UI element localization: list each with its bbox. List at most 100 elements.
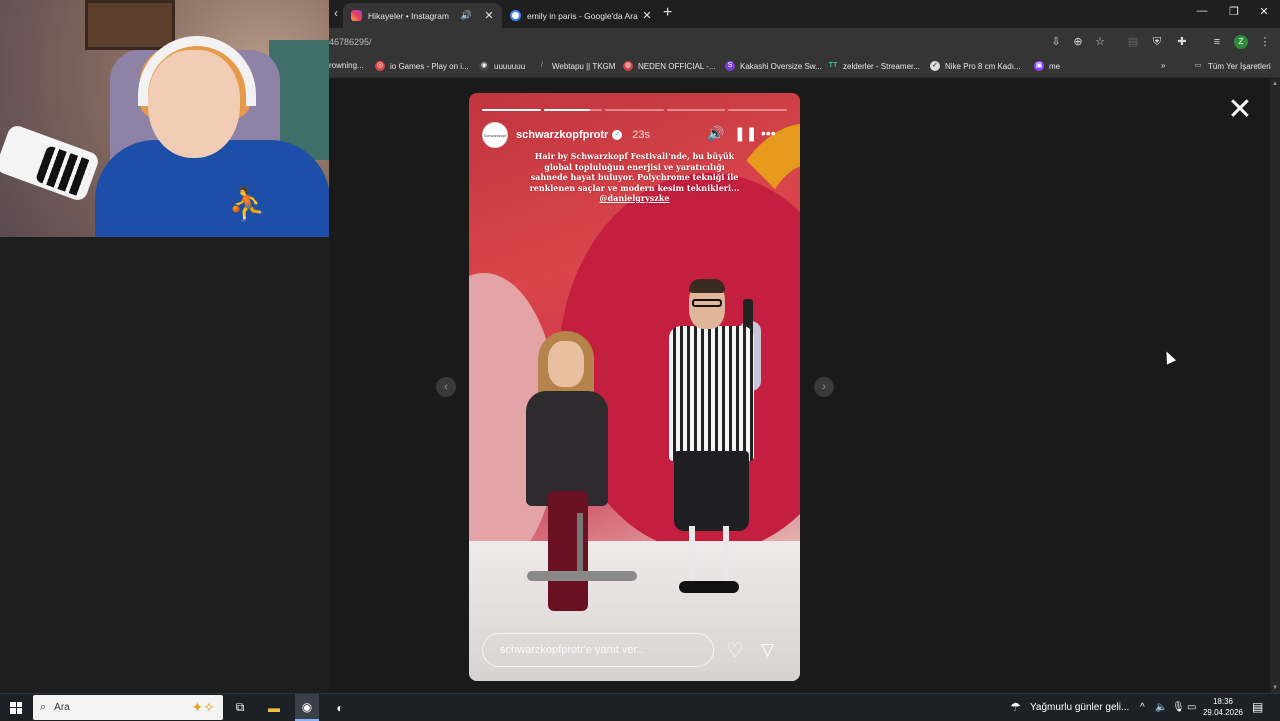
story-header: Schwarzkopf schwarzkopfprotr ✓ 23s 🔊 ❚❚ …: [482, 121, 787, 149]
folder-icon: ▭: [1194, 62, 1202, 69]
task-view-icon[interactable]: ⧉: [229, 694, 251, 721]
kakashi-shop-icon: S: [725, 61, 735, 71]
url-text[interactable]: 46786295/: [329, 37, 372, 47]
webcam-person-body: [95, 140, 329, 237]
webcam-shelf: [85, 0, 175, 50]
all-bookmarks-folder[interactable]: ▭ Tüm Yer İşaretleri: [1193, 61, 1271, 71]
bookmark-item[interactable]: ◍ NEDEN OFFICIAL -...: [623, 61, 716, 71]
bookmarks-overflow-icon[interactable]: »: [1161, 61, 1165, 70]
progress-segment: [605, 109, 664, 111]
bookmark-item[interactable]: ▣ me: [1034, 61, 1060, 71]
bookmarks-bar: rowning... ◎ io Games - Play on i... ◉ uuu…: [329, 56, 1280, 78]
address-bar: 46786295/ ⇩ ⊕ ☆ ▤ ⛨ ✚ ≡ Z ⋮: [329, 28, 1280, 56]
caption-line: renklenen saçlar ve modern kesim teknikl…: [529, 182, 740, 193]
clock-date: 29.04.2026: [1202, 708, 1244, 717]
page-scrollbar[interactable]: ▲ ▼: [1270, 79, 1280, 693]
weather-text[interactable]: Yağmurlu günler geli...: [1030, 702, 1129, 713]
progress-segment: [482, 109, 541, 111]
taskbar-search[interactable]: ⌕ Ara ✦✧: [33, 695, 223, 720]
speaker-icon[interactable]: 🔊: [461, 10, 472, 21]
window-close-button[interactable]: ✕: [1249, 5, 1279, 18]
microphone-tray-icon[interactable]: 🎙: [1172, 702, 1185, 713]
new-tab-button[interactable]: +: [663, 5, 672, 21]
story-reply-input[interactable]: schwarzkopfprotr'e yanıt ver...: [482, 633, 714, 667]
tray-overflow-icon[interactable]: ^: [1140, 702, 1145, 713]
webcam-overlay: ⛹: [0, 0, 329, 237]
bookmark-label: me: [1049, 61, 1061, 71]
streamer-icon: TT: [828, 62, 838, 69]
bookmark-label: rowning...: [329, 61, 364, 70]
tab-close-icon[interactable]: ✕: [482, 9, 496, 22]
verified-badge-icon: ✓: [612, 130, 623, 140]
story-username[interactable]: schwarzkopfprotr: [516, 129, 608, 141]
media-control-icon[interactable]: ≡: [1210, 35, 1224, 49]
bookmark-item[interactable]: ✓ Nike Pro 8 cm Kadı...: [930, 61, 1021, 71]
tab-title: emily in paris - Google'da Ara: [527, 10, 638, 21]
stylist-striped-shirt: [669, 326, 754, 461]
weather-icon[interactable]: ☂: [1010, 700, 1021, 714]
volume-icon[interactable]: 🔊: [707, 125, 724, 142]
clock-time: 18:36: [1212, 697, 1234, 706]
tab-close-icon[interactable]: ✕: [640, 9, 654, 22]
bookmark-item[interactable]: ◎ io Games - Play on i...: [375, 61, 469, 71]
notifications-icon[interactable]: ▤: [1252, 700, 1263, 714]
nike-icon: ✓: [930, 61, 940, 71]
bookmark-item[interactable]: TT zelderler - Streamer...: [828, 61, 920, 71]
file-explorer-icon[interactable]: ▬: [262, 694, 286, 721]
send-icon[interactable]: ▽: [761, 640, 774, 660]
more-options-icon[interactable]: •••: [761, 125, 776, 141]
caption-mention-link[interactable]: @danielgryszke: [481, 193, 788, 204]
next-story-icon[interactable]: ›: [814, 377, 834, 397]
bookmark-item[interactable]: ◉ uuuuuuu: [479, 61, 525, 71]
scroll-down-icon[interactable]: ▼: [1272, 685, 1278, 691]
caption-line: sahnede hayat buluyor. Polychrome tekniğ…: [530, 172, 739, 182]
restore-button[interactable]: ❐: [1219, 5, 1249, 18]
bookmark-star-icon[interactable]: ☆: [1093, 35, 1107, 49]
bookmark-item[interactable]: S Kakashi Oversize Sw...: [725, 61, 822, 71]
extensions-puzzle-icon[interactable]: ✚: [1175, 35, 1189, 49]
stylist-socks: [689, 526, 729, 586]
start-button[interactable]: [0, 694, 32, 721]
extension-disabled-icon[interactable]: ▤: [1126, 35, 1140, 49]
zoom-icon[interactable]: ⊕: [1071, 35, 1085, 49]
story-frame[interactable]: Schwarzkopf schwarzkopfprotr ✓ 23s 🔊 ❚❚ …: [469, 93, 800, 681]
search-icon: ⌕: [40, 701, 47, 713]
bookmark-label: Webtapu || TKGM: [552, 61, 616, 71]
instagram-favicon-icon: [351, 10, 362, 21]
story-timestamp: 23s: [632, 129, 651, 141]
heart-icon[interactable]: ♡: [726, 638, 744, 663]
bookmark-item[interactable]: rowning...: [329, 61, 364, 70]
volume-tray-icon[interactable]: 🔈: [1155, 702, 1167, 713]
tkgm-icon: /: [541, 62, 543, 69]
system-clock[interactable]: 18:36 29.04.2026: [1198, 696, 1248, 718]
google-favicon-icon: [510, 10, 521, 21]
chair-post: [577, 513, 583, 573]
progress-segment: [728, 109, 787, 111]
instagram-story-viewer: ✕ ‹ › Schwarzkopf schwarzkopfprotr ✓ 23s…: [329, 79, 1280, 693]
shield-icon[interactable]: ⛨: [1150, 35, 1164, 49]
pause-icon[interactable]: ❚❚: [734, 125, 757, 142]
io-games-icon: ◎: [375, 61, 385, 71]
chrome-taskbar-icon[interactable]: ◉: [295, 694, 319, 721]
story-avatar[interactable]: Schwarzkopf: [482, 122, 508, 148]
tab-scroll-left-icon[interactable]: ‹: [329, 6, 343, 20]
obs-taskbar-icon[interactable]: ◐: [328, 694, 352, 721]
tab-instagram-stories[interactable]: Hikayeler • Instagram 🔊 ✕: [343, 3, 502, 28]
scroll-up-icon[interactable]: ▲: [1272, 81, 1278, 87]
network-tray-icon[interactable]: ▭: [1187, 702, 1196, 713]
minimize-button[interactable]: —: [1187, 5, 1217, 17]
install-app-icon[interactable]: ⇩: [1049, 35, 1063, 49]
all-bookmarks-label: Tüm Yer İşaretleri: [1208, 61, 1271, 71]
close-icon[interactable]: ✕: [1227, 95, 1253, 125]
progress-fill: [482, 109, 541, 111]
caption-line: global topluluğun enerjisi ve yaratıcılı…: [544, 161, 725, 172]
previous-story-icon[interactable]: ‹: [436, 377, 456, 397]
person-stylist: [659, 279, 764, 601]
tab-google-search[interactable]: emily in paris - Google'da Ara ✕: [502, 3, 660, 28]
progress-segment: [666, 109, 726, 111]
bookmark-item[interactable]: / Webtapu || TKGM: [537, 61, 615, 71]
mouse-cursor-icon: [1161, 349, 1177, 365]
profile-avatar[interactable]: Z: [1234, 35, 1248, 49]
menu-kebab-icon[interactable]: ⋮: [1258, 35, 1272, 49]
bookmark-label: Nike Pro 8 cm Kadı...: [945, 61, 1021, 71]
